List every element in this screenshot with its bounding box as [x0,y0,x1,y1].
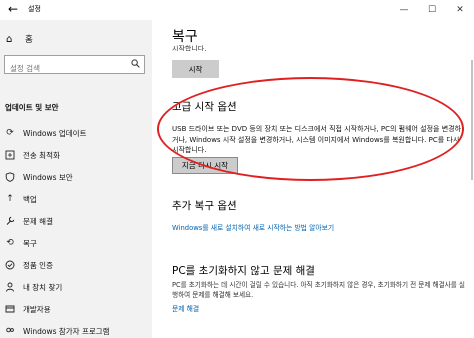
minimize-button[interactable]: — [390,0,418,20]
close-button[interactable]: ✕ [446,0,474,20]
upload-arrow-icon: ↑ [6,194,14,204]
check-circle-icon [5,260,15,270]
sidebar-item-find-my-device[interactable]: 내 장치 찾기 [0,276,152,298]
troubleshoot-link[interactable]: 문제 해결 [172,303,199,313]
shield-icon [5,172,15,182]
search-input[interactable] [5,60,125,77]
developer-icon [5,304,15,314]
sidebar-item-label: 백업 [23,194,37,204]
sidebar-item-label: Windows 참가자 프로그램 [23,326,110,336]
section-header: 업데이트 및 보안 [5,103,59,112]
sidebar-item-troubleshoot[interactable]: 문제 해결 [0,210,152,232]
sidebar-item-label: 정품 인증 [23,260,53,270]
sidebar-nav: ⟳ Windows 업데이트 전송 최적화 Windows 보안 ↑ 백업 문제… [0,122,152,338]
sidebar-item-backup[interactable]: ↑ 백업 [0,188,152,210]
back-arrow-icon[interactable]: ← [8,2,18,16]
search-icon[interactable] [131,59,140,68]
sidebar-item-windows-security[interactable]: Windows 보안 [0,166,152,188]
person-location-icon [5,282,15,292]
sidebar-item-label: 전송 최적화 [23,150,60,160]
sidebar-item-label: Windows 업데이트 [23,128,87,138]
sidebar-item-delivery-optimization[interactable]: 전송 최적화 [0,144,152,166]
home-label: 홈 [25,35,33,45]
sidebar-item-for-developers[interactable]: 개발자용 [0,298,152,320]
sidebar: ⌂ 홈 업데이트 및 보안 ⟳ Windows 업데이트 전송 최적화 Wind… [0,20,152,338]
home-icon: ⌂ [6,33,13,45]
sidebar-item-label: 복구 [23,238,37,248]
fix-without-reset-heading: PC를 초기화하지 않고 문제 해결 [172,265,315,277]
advanced-startup-heading: 고급 시작 옵션 [172,101,237,113]
sidebar-item-label: 개발자용 [23,304,51,314]
delivery-optimization-icon [5,150,15,160]
sidebar-item-label: Windows 보안 [23,172,73,182]
sidebar-item-windows-update[interactable]: ⟳ Windows 업데이트 [0,122,152,144]
window-controls: — ☐ ✕ [390,0,474,20]
window-title: 설정 [28,5,41,13]
sidebar-item-insider-program[interactable]: Windows 참가자 프로그램 [0,320,152,338]
maximize-button[interactable]: ☐ [418,0,446,20]
title-bar: ← 설정 — ☐ ✕ [0,0,474,20]
main-content: 복구 시작합니다. 시작 고급 시작 옵션 USB 드라이브 또는 DVD 등의… [152,20,474,338]
more-recovery-options-heading: 추가 복구 옵션 [172,200,237,212]
insider-icon [5,326,15,336]
scrollbar[interactable] [470,20,474,338]
recovery-icon: ⟲ [6,238,14,248]
reset-start-button[interactable]: 시작 [172,60,219,78]
fresh-install-link[interactable]: Windows를 새로 설치하여 새로 시작하는 방법 알아보기 [172,222,334,232]
reset-description-partial: 시작합니다. [172,45,207,51]
scrollbar-thumb[interactable] [471,60,473,180]
search-box[interactable] [4,55,145,77]
sidebar-home[interactable]: ⌂ 홈 [6,33,33,46]
sidebar-item-label: 내 장치 찾기 [23,282,63,292]
sidebar-item-label: 문제 해결 [23,216,53,226]
sidebar-item-recovery[interactable]: ⟲ 복구 [0,232,152,254]
sidebar-item-activation[interactable]: 정품 인증 [0,254,152,276]
fix-without-reset-description: PC를 초기화하는 데 시간이 걸릴 수 있습니다. 아직 초기화하지 않은 경… [172,281,465,299]
refresh-icon: ⟳ [6,128,14,138]
advanced-startup-description: USB 드라이브 또는 DVD 등의 장치 또는 디스크에서 직접 시작하거나,… [172,125,462,154]
restart-now-button[interactable]: 지금 다시 시작 [172,157,238,174]
wrench-icon [5,216,15,226]
